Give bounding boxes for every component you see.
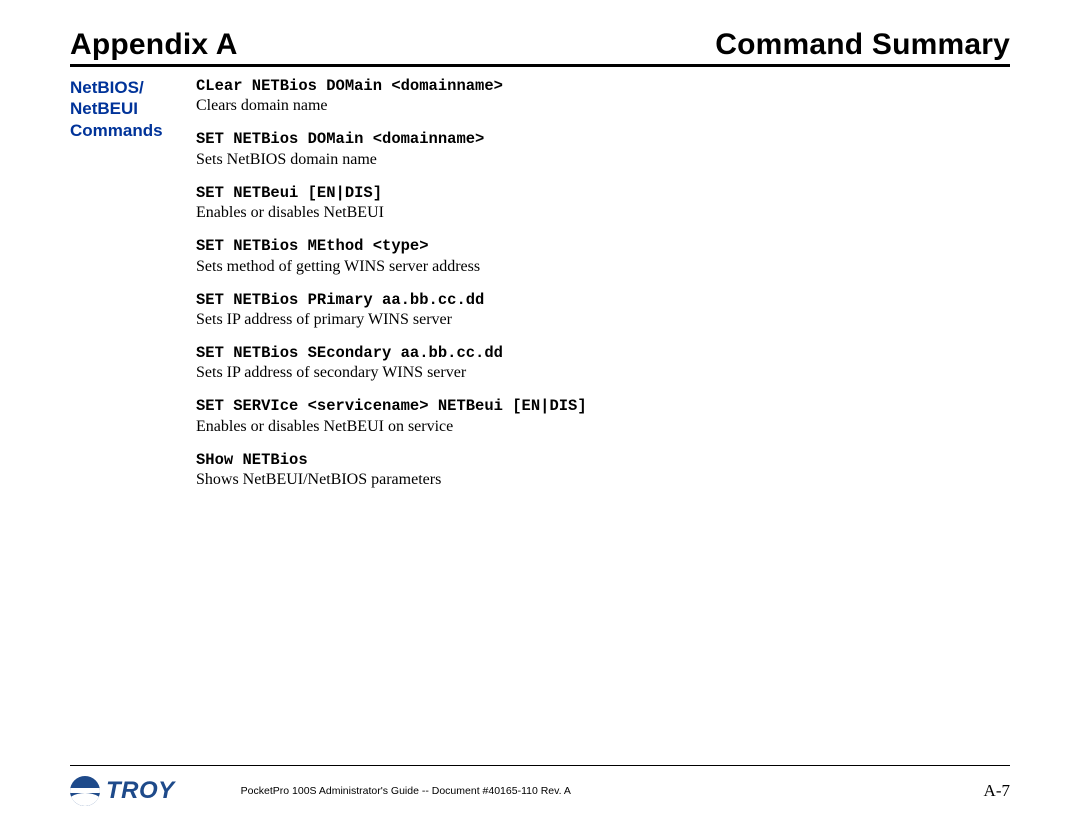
body: NetBIOS/ NetBEUI Commands CLear NETBios … [70,77,1010,504]
command-description: Sets IP address of primary WINS server [196,310,1010,330]
footer-document-info: PocketPro 100S Administrator's Guide -- … [241,785,571,797]
command-description: Sets method of getting WINS server addre… [196,257,1010,277]
command-block: SET SERVIce <servicename> NETBeui [EN|DI… [196,397,1010,436]
command-code: SHow NETBios [196,451,1010,470]
command-block: SET NETBios MEthod <type> Sets method of… [196,237,1010,276]
troy-logo: TROY [70,776,175,806]
troy-logo-icon [70,776,100,806]
command-description: Sets IP address of secondary WINS server [196,363,1010,383]
section-heading: NetBIOS/ NetBEUI Commands [70,77,196,504]
command-description: Enables or disables NetBEUI [196,203,1010,223]
header-right-title: Command Summary [715,28,1010,62]
page-footer: TROY PocketPro 100S Administrator's Guid… [70,765,1010,806]
header-left-title: Appendix A [70,28,238,62]
command-description: Shows NetBEUI/NetBIOS parameters [196,470,1010,490]
footer-left: TROY PocketPro 100S Administrator's Guid… [70,776,571,806]
command-block: SET NETBeui [EN|DIS] Enables or disables… [196,184,1010,223]
command-list: CLear NETBios DOMain <domainname> Clears… [196,77,1010,504]
troy-logo-text: TROY [106,777,175,805]
command-code: CLear NETBios DOMain <domainname> [196,77,1010,96]
section-heading-line: NetBEUI [70,98,192,119]
command-code: SET NETBios PRimary aa.bb.cc.dd [196,291,1010,310]
command-code: SET SERVIce <servicename> NETBeui [EN|DI… [196,397,1010,416]
command-code: SET NETBeui [EN|DIS] [196,184,1010,203]
footer-row: TROY PocketPro 100S Administrator's Guid… [70,776,1010,806]
footer-rule [70,765,1010,766]
section-heading-line: NetBIOS/ [70,77,192,98]
command-code: SET NETBios SEcondary aa.bb.cc.dd [196,344,1010,363]
footer-page-number: A-7 [984,781,1010,801]
command-code: SET NETBios DOMain <domainname> [196,130,1010,149]
command-code: SET NETBios MEthod <type> [196,237,1010,256]
command-description: Clears domain name [196,96,1010,116]
command-description: Sets NetBIOS domain name [196,150,1010,170]
command-block: SET NETBios SEcondary aa.bb.cc.dd Sets I… [196,344,1010,383]
command-description: Enables or disables NetBEUI on service [196,417,1010,437]
page-header: Appendix A Command Summary [70,28,1010,67]
command-block: SET NETBios DOMain <domainname> Sets Net… [196,130,1010,169]
section-heading-line: Commands [70,120,192,141]
page: Appendix A Command Summary NetBIOS/ NetB… [0,0,1080,834]
command-block: SET NETBios PRimary aa.bb.cc.dd Sets IP … [196,291,1010,330]
command-block: CLear NETBios DOMain <domainname> Clears… [196,77,1010,116]
command-block: SHow NETBios Shows NetBEUI/NetBIOS param… [196,451,1010,490]
